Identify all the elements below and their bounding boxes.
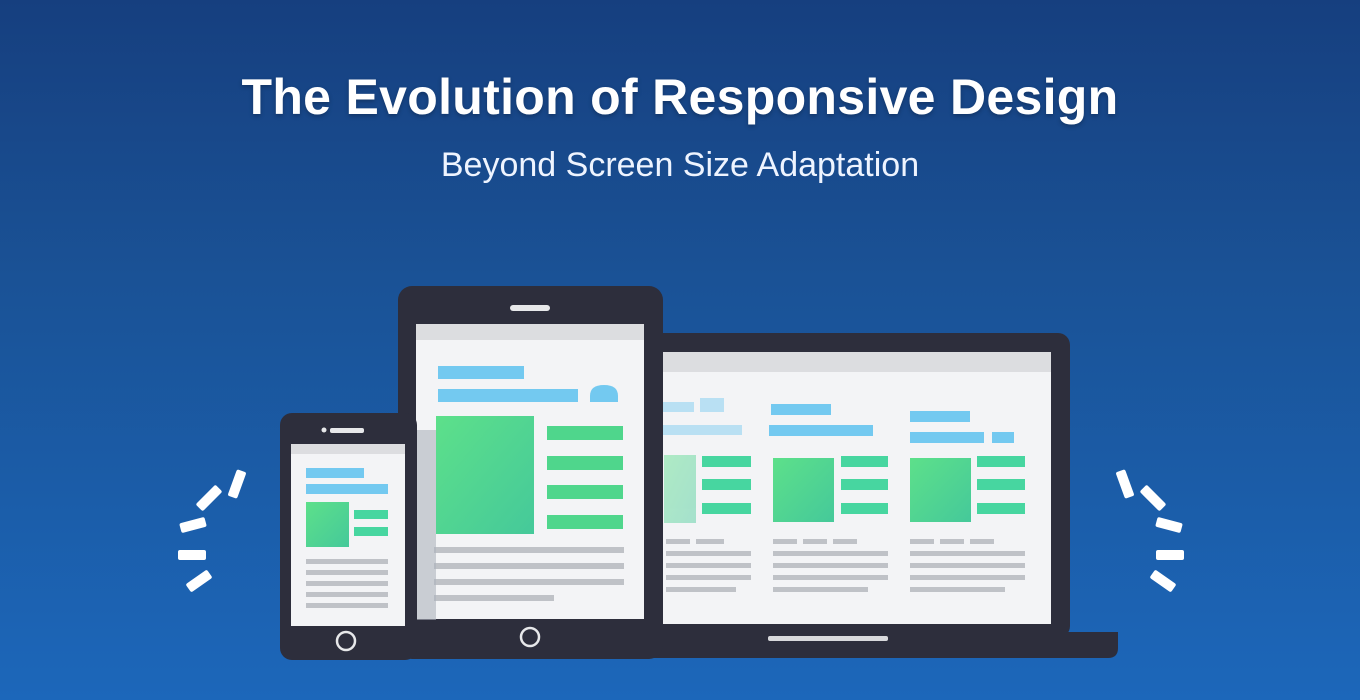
laptop-device — [600, 333, 1118, 658]
tablet-device — [398, 286, 663, 659]
motion-lines-right — [1116, 469, 1184, 592]
devices-illustration — [178, 286, 1184, 660]
hero-banner: The Evolution of Responsive Design Beyon… — [0, 0, 1360, 700]
smartphone-device — [280, 413, 436, 660]
motion-lines-left — [178, 469, 246, 592]
